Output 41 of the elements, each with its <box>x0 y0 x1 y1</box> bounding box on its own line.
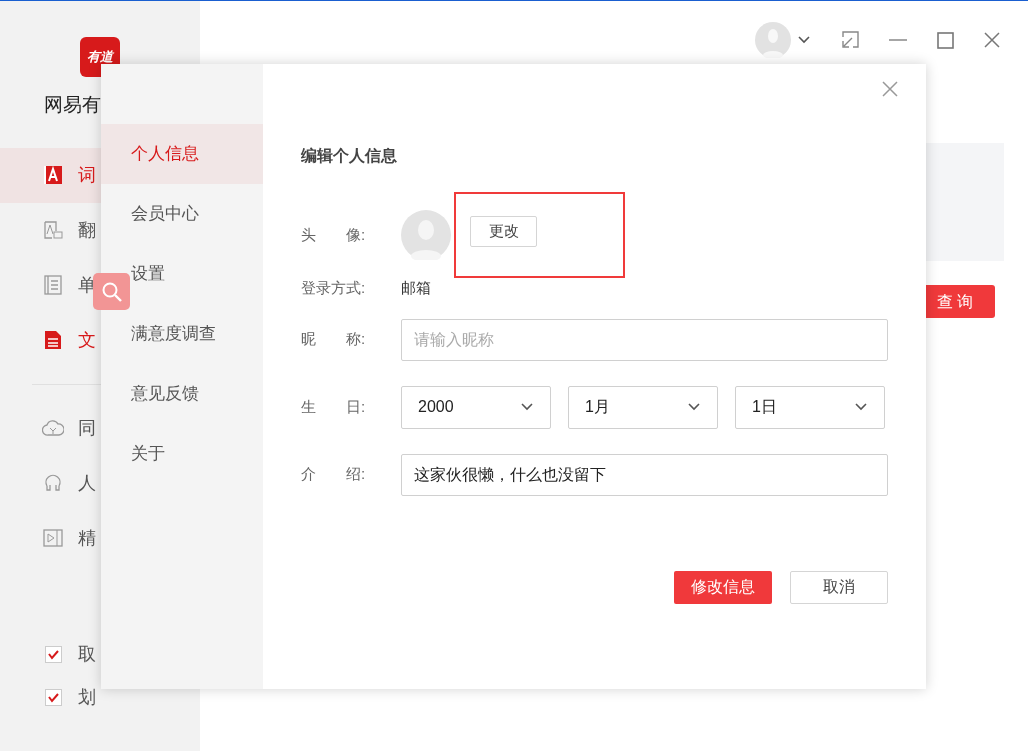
book-icon <box>42 274 64 296</box>
nickname-field[interactable]: 请输入昵称 <box>401 318 888 361</box>
document-icon <box>42 329 64 351</box>
menu-item[interactable]: 意见反馈 <box>131 364 199 424</box>
field-label: 登录方式: <box>301 278 367 298</box>
translate-icon <box>42 219 64 241</box>
minimize-icon[interactable] <box>889 38 907 42</box>
nav-item[interactable]: 精 <box>0 510 200 566</box>
cancel-button[interactable]: 取消 <box>790 570 888 604</box>
play-icon <box>42 527 64 549</box>
avatar-icon <box>401 210 451 260</box>
option-label: 取 <box>78 643 96 666</box>
brand-name: 网易有 <box>43 93 102 117</box>
option-label: 划 <box>78 686 96 709</box>
birthday-select[interactable]: 2000 <box>401 385 551 429</box>
dialog-title: 编辑个人信息 <box>301 146 398 166</box>
intro-field[interactable]: 这家伙很懒，什么也没留下 <box>401 453 888 496</box>
letter-a-icon <box>42 164 64 186</box>
birthday-select[interactable]: 1月 <box>568 385 718 429</box>
login-method: 邮箱 <box>401 278 431 298</box>
menu-item[interactable]: 关于 <box>131 424 165 484</box>
shrink-icon[interactable] <box>841 31 859 49</box>
search-icon <box>100 280 123 303</box>
menu-item[interactable]: 个人信息 <box>101 124 263 184</box>
close-icon[interactable] <box>984 32 1000 48</box>
menu-item[interactable]: 满意度调查 <box>131 304 216 364</box>
checkbox[interactable] <box>45 646 62 663</box>
birthday-select[interactable]: 1日 <box>735 385 885 429</box>
change-button[interactable]: 更改 <box>470 215 537 247</box>
field-label: 生 日: <box>301 396 367 417</box>
field-label: 头 像: <box>301 224 367 245</box>
field-label: 昵 称: <box>301 329 367 350</box>
cloud-icon <box>42 417 64 439</box>
menu-item[interactable]: 设置 <box>131 244 165 304</box>
close-icon[interactable] <box>882 81 898 97</box>
checkbox[interactable] <box>45 689 62 706</box>
field-label: 介 绍: <box>301 464 367 485</box>
submit-button[interactable]: 修改信息 <box>674 570 772 604</box>
search-float-button[interactable] <box>93 273 130 310</box>
headset-icon <box>42 472 64 494</box>
maximize-icon[interactable] <box>937 31 954 49</box>
